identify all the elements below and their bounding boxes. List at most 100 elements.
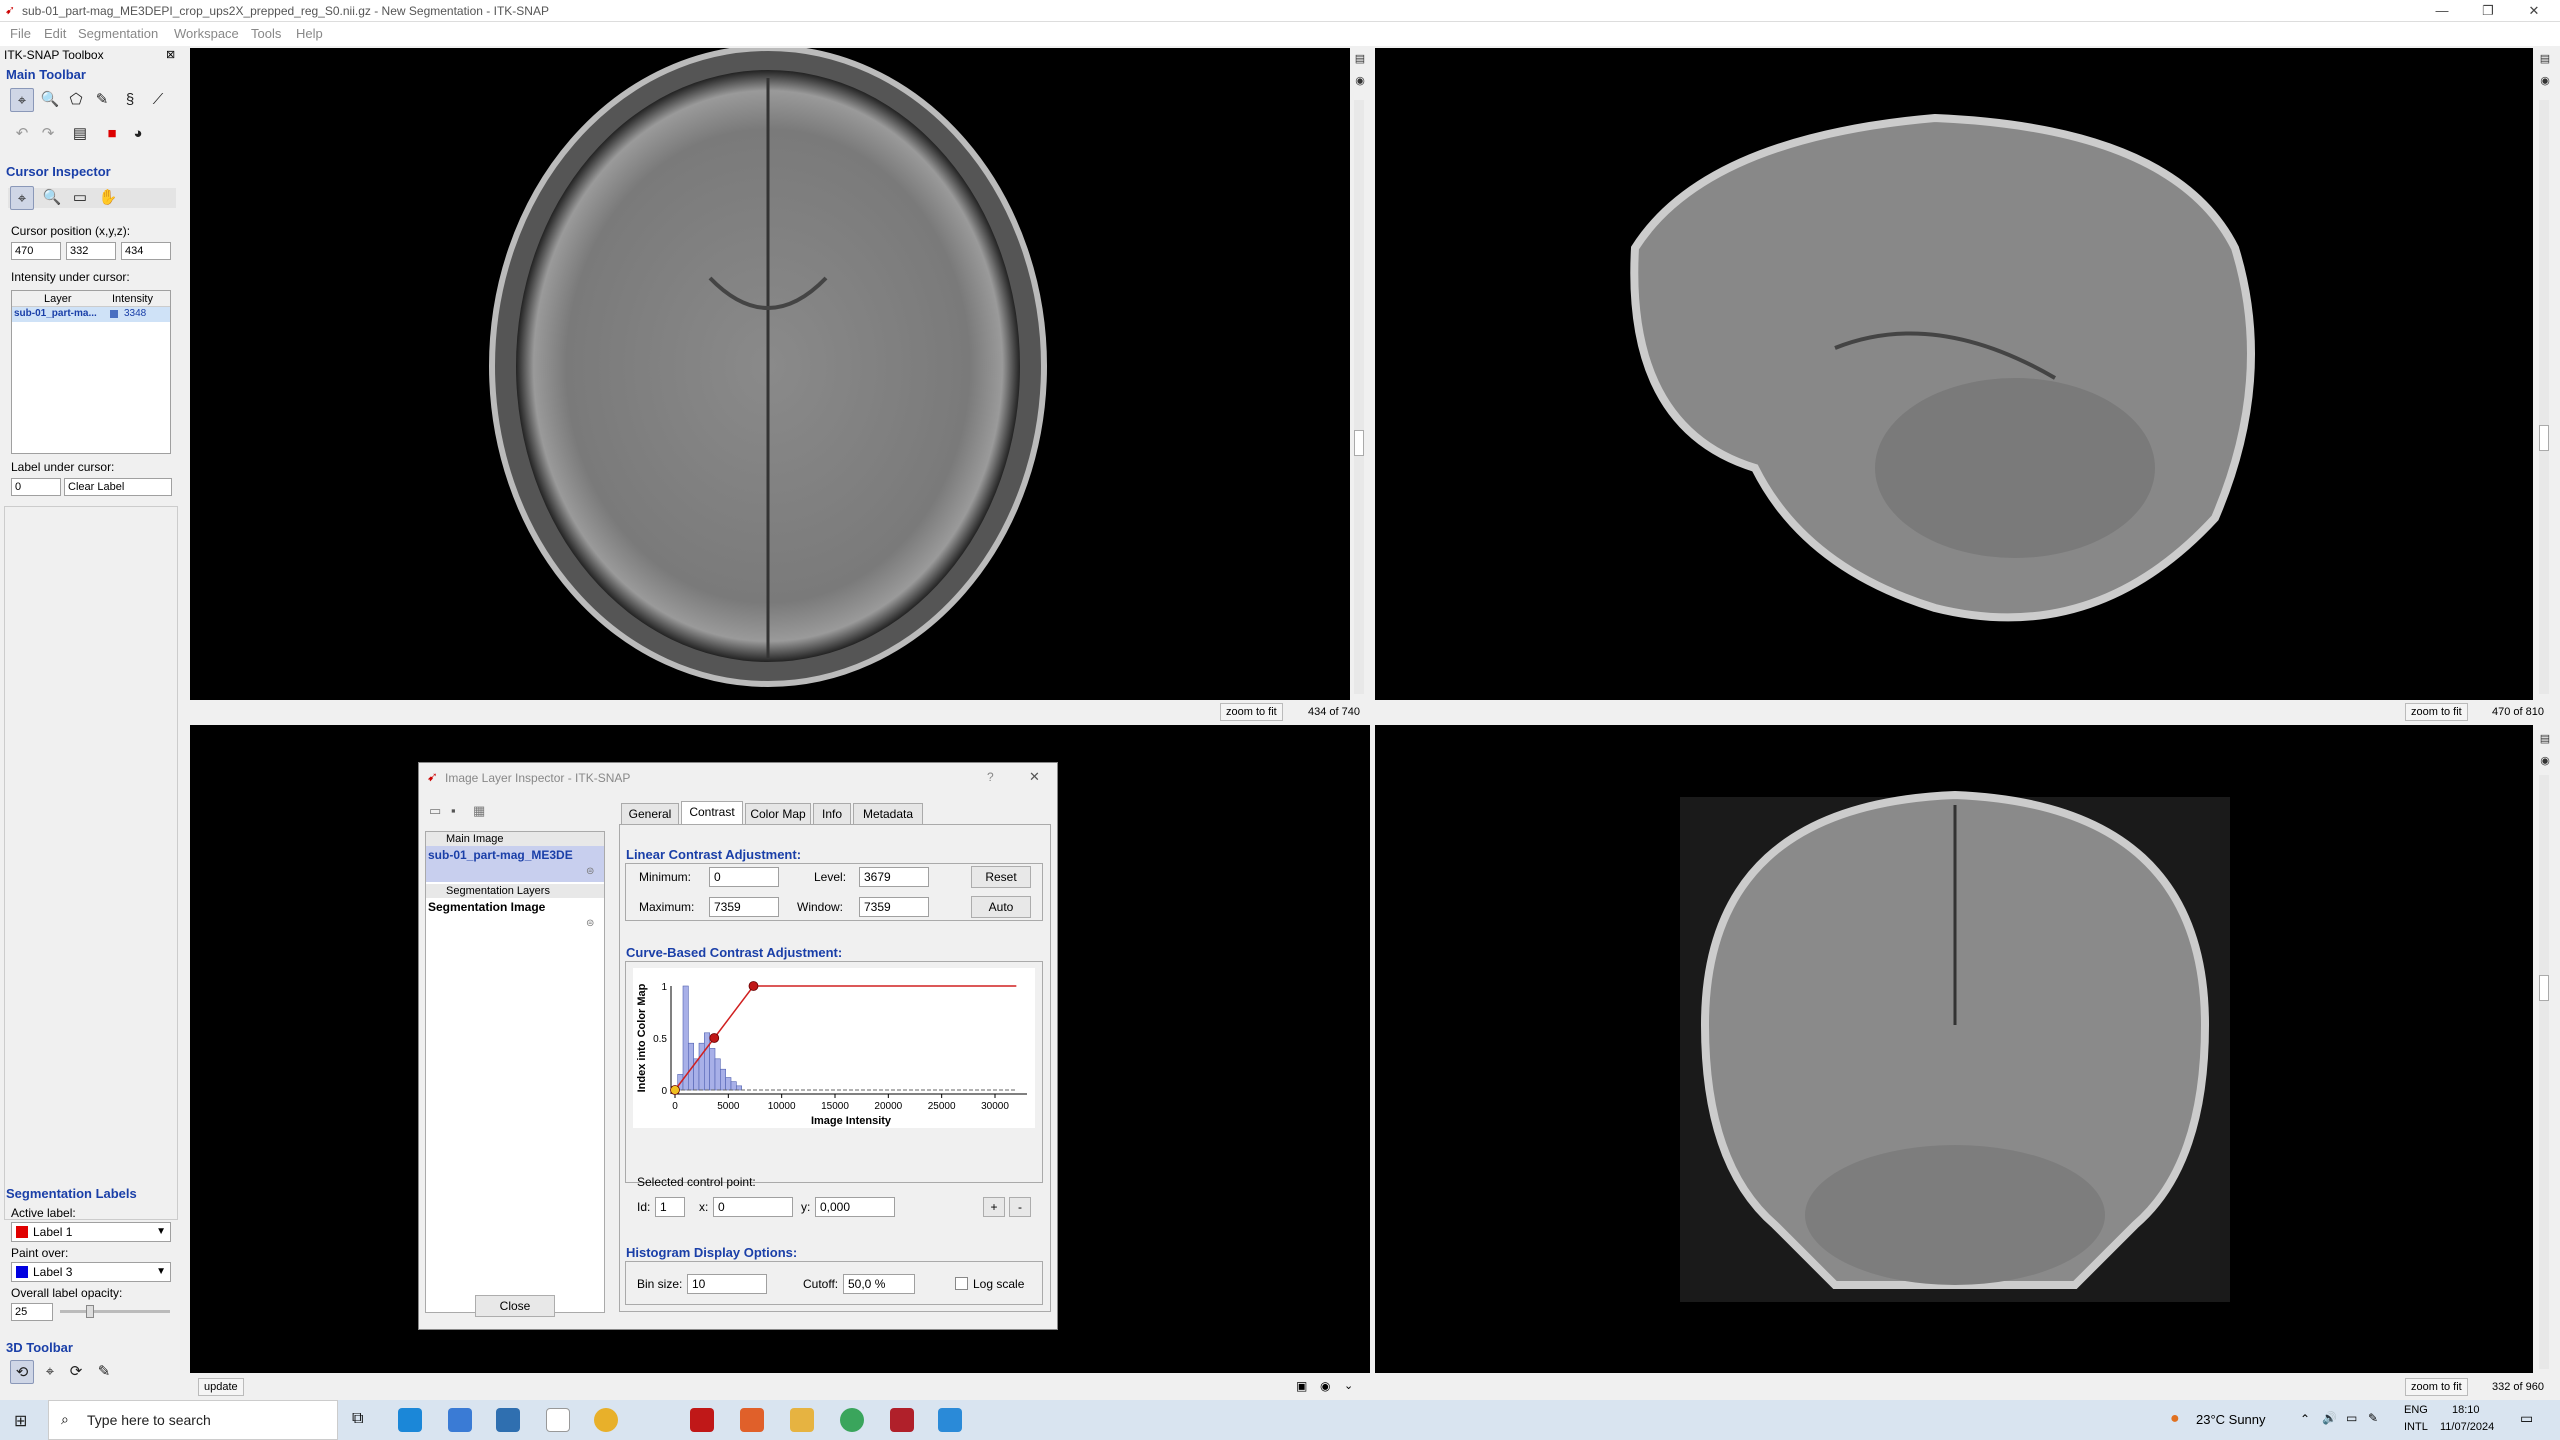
app-orange-icon[interactable]	[740, 1408, 764, 1432]
notifications-icon[interactable]: ▭	[2520, 1410, 2533, 1427]
chevron-down-icon[interactable]: ⌄	[1344, 1379, 1353, 1392]
opacity-field[interactable]: 25	[11, 1303, 53, 1321]
grid-icon[interactable]: ▦	[473, 803, 485, 819]
snake-tool-icon[interactable]: §	[118, 88, 142, 112]
help-button[interactable]: ?	[987, 770, 994, 784]
level-field[interactable]: 3679	[859, 867, 929, 887]
3d-rotate-icon[interactable]: ⟲	[10, 1360, 34, 1384]
save-icon[interactable]: ▪	[451, 803, 456, 818]
view-camera-icon[interactable]: ◉	[2537, 754, 2553, 767]
cursor-z-field[interactable]: 434	[121, 242, 171, 260]
zoom-to-fit-coronal-button[interactable]: zoom to fit	[2405, 1378, 2468, 1396]
close-icon[interactable]: ✕	[1029, 769, 1040, 785]
coronal-view[interactable]	[1375, 725, 2533, 1373]
edge-icon[interactable]	[398, 1408, 422, 1432]
opacity-slider-track[interactable]	[60, 1310, 170, 1313]
coronal-scroll-thumb[interactable]	[2539, 975, 2549, 1001]
window-field[interactable]: 7359	[859, 897, 929, 917]
x-field[interactable]: 0	[713, 1197, 793, 1217]
auto-button[interactable]: Auto	[971, 896, 1031, 918]
close-button[interactable]: Close	[475, 1295, 555, 1317]
open-icon[interactable]: ▭	[429, 803, 441, 819]
id-spinbox[interactable]: 1	[655, 1197, 685, 1217]
menu-tools[interactable]: Tools	[251, 26, 281, 41]
3d-spray-icon[interactable]: ✎	[92, 1360, 116, 1384]
view-camera-icon[interactable]: ◉	[1352, 74, 1368, 87]
layer-menu-icon[interactable]: ⊜	[586, 918, 594, 929]
bin-size-spinbox[interactable]: 10	[687, 1274, 767, 1294]
store-icon[interactable]	[448, 1408, 472, 1432]
menu-edit[interactable]: Edit	[44, 26, 66, 41]
mail-icon[interactable]	[496, 1408, 520, 1432]
clock-time[interactable]: 18:10	[2452, 1404, 2480, 1416]
undock-icon[interactable]: ⊠	[166, 48, 175, 61]
y-field[interactable]: 0,000	[815, 1197, 895, 1217]
tab-general[interactable]: General	[621, 803, 679, 825]
weather-text[interactable]: 23°C Sunny	[2196, 1412, 2266, 1427]
speaker-icon[interactable]: 🔊	[2322, 1411, 2337, 1425]
close-icon[interactable]: ✕	[2512, 0, 2556, 22]
label-color-icon[interactable]: ■	[100, 122, 124, 146]
3d-crosshair-icon[interactable]: ⌖	[38, 1360, 62, 1384]
task-view-icon[interactable]: ⧉	[352, 1410, 363, 1428]
minimum-field[interactable]: 0	[709, 867, 779, 887]
view-layout-icon[interactable]: ▤	[2537, 732, 2553, 745]
update-button[interactable]: update	[198, 1378, 244, 1396]
tab-metadata[interactable]: Metadata	[853, 803, 923, 825]
seg-image-name[interactable]: Segmentation Image	[428, 900, 545, 914]
opacity-slider-handle[interactable]	[85, 1305, 94, 1318]
inspect-zoom-icon[interactable]: 🔍	[40, 186, 64, 210]
hand-icon[interactable]: ✋	[96, 186, 120, 210]
clock-date[interactable]: 11/07/2024	[2440, 1421, 2494, 1433]
app-green-icon[interactable]	[840, 1408, 864, 1432]
chrome-icon[interactable]	[594, 1408, 618, 1432]
itksnap-task-icon[interactable]	[690, 1408, 714, 1432]
cursor-y-field[interactable]: 332	[66, 242, 116, 260]
network-icon[interactable]: ▭	[2346, 1411, 2357, 1425]
file-icon[interactable]	[546, 1408, 570, 1432]
ruler-tool-icon[interactable]: ⟋	[146, 88, 170, 112]
windows-start-icon[interactable]: ⊞	[14, 1411, 27, 1431]
maximize-icon[interactable]: ❐	[2466, 0, 2510, 22]
axial-scroll-thumb[interactable]	[1354, 430, 1364, 456]
view-layout-icon[interactable]: ▤	[1352, 52, 1368, 65]
coronal-scrollbar[interactable]	[2539, 775, 2549, 1369]
camera-icon[interactable]: ◉	[1320, 1379, 1330, 1393]
weather-icon[interactable]: ●	[2170, 1410, 2180, 1428]
undo-icon[interactable]: ↶	[10, 122, 34, 146]
remove-point-button[interactable]: -	[1009, 1197, 1031, 1217]
minimize-icon[interactable]: —	[2420, 0, 2464, 22]
cursor-mode-icon[interactable]: ⌖	[10, 186, 34, 210]
axial-view[interactable]	[190, 48, 1350, 700]
paintbrush-tool-icon[interactable]: ✎	[90, 88, 114, 112]
paint-over-select[interactable]: Label 3 ▼	[11, 1262, 171, 1282]
3d-scalpel-icon[interactable]: ⟳	[64, 1360, 88, 1384]
sagittal-scrollbar[interactable]	[2539, 100, 2549, 694]
log-scale-checkbox[interactable]	[955, 1277, 968, 1290]
crosshair-tool-icon[interactable]: ⌖	[10, 88, 34, 112]
add-point-button[interactable]: +	[983, 1197, 1005, 1217]
language-code[interactable]: ENG	[2404, 1404, 2428, 1416]
menu-workspace[interactable]: Workspace	[174, 26, 239, 41]
sagittal-view[interactable]	[1375, 48, 2533, 700]
axial-scrollbar[interactable]	[1354, 100, 1364, 694]
contrast-curve-chart[interactable]: 0 5000 10000 15000 20000 25000 30000 0 0.5 1 Image…	[633, 968, 1035, 1128]
pen-icon[interactable]: ✎	[2368, 1411, 2378, 1425]
window-icon[interactable]: ▭	[68, 186, 92, 210]
palette-icon[interactable]: ◕	[126, 122, 150, 146]
layout-icon[interactable]: ▣	[1296, 1379, 1307, 1393]
maximum-field[interactable]: 7359	[709, 897, 779, 917]
tab-info[interactable]: Info	[813, 803, 851, 825]
zoom-tool-icon[interactable]: 🔍	[38, 88, 62, 112]
zoom-to-fit-sagittal-button[interactable]: zoom to fit	[2405, 703, 2468, 721]
language-layout[interactable]: INTL	[2404, 1421, 2428, 1433]
active-label-select[interactable]: Label 1 ▼	[11, 1222, 171, 1242]
menu-help[interactable]: Help	[296, 26, 323, 41]
zoom-to-fit-axial-button[interactable]: zoom to fit	[1220, 703, 1283, 721]
tab-color-map[interactable]: Color Map	[745, 803, 811, 825]
reset-button[interactable]: Reset	[971, 866, 1031, 888]
menu-file[interactable]: File	[10, 26, 31, 41]
redo-icon[interactable]: ↷	[36, 122, 60, 146]
layer-menu-icon[interactable]: ⊜	[586, 866, 594, 877]
cursor-x-field[interactable]: 470	[11, 242, 61, 260]
